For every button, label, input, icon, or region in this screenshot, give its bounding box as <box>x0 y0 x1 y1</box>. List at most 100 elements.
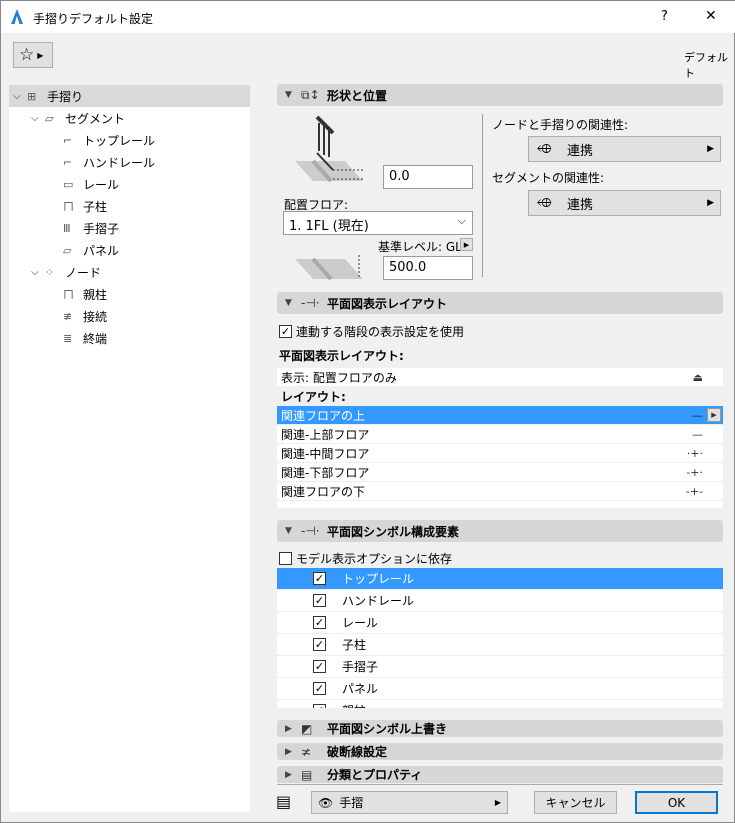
tree-item[interactable]: ▱ パネル <box>9 239 250 261</box>
checkbox[interactable] <box>279 552 292 565</box>
checkbox[interactable]: ✓ <box>313 638 326 651</box>
layout-row[interactable]: 関連フロアの上 — ▶ <box>277 406 723 425</box>
depend-model-checkbox[interactable]: モデル表示オプションに依存 <box>279 550 452 567</box>
line-style-icon: ·+· <box>686 446 703 460</box>
ok-button[interactable]: OK <box>635 791 718 814</box>
node-assoc-label: ノードと手摺りの関連性: <box>492 118 629 132</box>
tree-item-icon: ⌐ <box>63 133 73 147</box>
tree-item-icon: ⊞ <box>27 89 37 103</box>
height-diagram-icon <box>295 255 363 281</box>
offset-input[interactable]: 0.0 <box>383 165 473 189</box>
close-button[interactable]: ✕ <box>705 8 717 24</box>
ref-level-label: 基準レベル: GL <box>378 240 462 254</box>
tree-item[interactable]: ㄇ親柱 <box>9 283 250 305</box>
line-style-icon: — <box>692 408 703 422</box>
checkbox[interactable]: ✓ <box>313 682 326 695</box>
title-bar: 手摺りデフォルト設定 ? ✕ <box>1 1 735 33</box>
section-floorplan-layout[interactable]: ▼ -⊣· 平面図表示レイアウト <box>277 292 723 314</box>
tree-item[interactable]: Ⅲ 手摺子 <box>9 217 250 239</box>
window-title: 手摺りデフォルト設定 <box>33 12 154 26</box>
component-row[interactable]: ✓ 手摺子 <box>277 656 723 678</box>
geometry-icon: ⧉↕ <box>301 87 320 102</box>
chevron-down-icon[interactable]: ⌵ <box>13 91 27 102</box>
tree-item-icon: ≢ <box>63 309 73 323</box>
offset-diagram-icon <box>295 115 363 183</box>
component-row[interactable]: ✓ トップレール <box>277 568 723 590</box>
tree-item[interactable]: ⌵ ⊞ 手摺り <box>9 85 250 107</box>
collapse-icon: ▼ <box>285 526 292 536</box>
home-floor-select[interactable]: 1. 1FL (現在) ⌵ <box>283 211 473 235</box>
expand-icon: ▶ <box>285 746 292 757</box>
layout-label: レイアウト: <box>277 387 723 406</box>
tree-item[interactable]: ㄇ子柱 <box>9 195 250 217</box>
section-collapsed[interactable]: ▶ ▤ 分類とプロパティ <box>277 766 723 783</box>
chevron-down-icon[interactable]: ⌵ <box>31 267 45 278</box>
break-line-icon: ≭ <box>301 744 312 759</box>
tree-item[interactable]: ▭ レール <box>9 173 250 195</box>
tree-item[interactable]: ≣ 終端 <box>9 327 250 349</box>
chevron-down-icon[interactable]: ⌵ <box>31 113 45 124</box>
caret-right-icon: ▶ <box>494 798 501 807</box>
caret-right-icon: ▶ <box>707 198 714 208</box>
checkbox[interactable]: ✓ <box>279 325 292 338</box>
layer-popup[interactable]: 👁 手摺 ▶ <box>311 791 508 814</box>
use-stair-setting-checkbox[interactable]: ✓ 連動する階段の表示設定を使用 <box>279 323 464 340</box>
component-row[interactable]: ✓ ハンドレール <box>277 590 723 612</box>
layout-row[interactable]: 関連-下部フロア -+· <box>277 463 723 482</box>
layout-row[interactable]: 関連フロアの下 -+- <box>277 482 723 501</box>
tree-item[interactable]: ≢ 接続 <box>9 305 250 327</box>
height-input[interactable]: 500.0 <box>383 256 473 280</box>
favorites-button[interactable]: ☆ ▶ <box>13 42 53 68</box>
caret-right-icon: ▶ <box>707 144 714 154</box>
override-icon: ◩ <box>301 721 313 736</box>
section-symbol-components[interactable]: ▼ -⊣· 平面図シンボル構成要素 <box>277 520 723 542</box>
row-menu-button[interactable]: ▶ <box>707 408 721 422</box>
building-icon: ⏏ <box>692 370 703 384</box>
settings-tree[interactable]: ⌵ ⊞ 手摺り ⌵ ▱ セグメント ⌐ トップレール ⌐ ハンドレール ▭ レールㄇ子柱 Ⅲ 手摺子 ▱ パネ… <box>9 85 250 812</box>
segment-assoc-label: セグメントの関連性: <box>492 171 605 185</box>
eye-icon: 👁 <box>318 795 334 810</box>
component-row[interactable]: ✓親柱 <box>277 700 723 708</box>
collapse-icon: ▼ <box>285 90 292 100</box>
tree-item[interactable]: ⌵ ⁘ ノード <box>9 261 250 283</box>
floorplan-layout-sublabel: 平面図表示レイアウト: <box>279 349 404 363</box>
floorplan-icon: -⊣· <box>301 296 320 310</box>
tree-item[interactable]: ⌐ トップレール <box>9 129 250 151</box>
tree-item-icon: ㄇ <box>63 200 74 213</box>
node-assoc-popup[interactable]: ⬲ 連携 ▶ <box>528 136 721 162</box>
tree-item-icon: Ⅲ <box>63 221 71 235</box>
caret-right-icon: ▶ <box>37 50 44 60</box>
link-icon: ⬲ <box>537 195 552 211</box>
document-icon: ▤ <box>301 767 313 782</box>
section-collapsed[interactable]: ▶ ≭ 破断線設定 <box>277 743 723 760</box>
checkbox[interactable]: ✓ <box>313 704 326 708</box>
tree-item[interactable]: ⌐ ハンドレール <box>9 151 250 173</box>
link-icon: ⬲ <box>537 141 552 157</box>
display-row[interactable]: 表示: 配置フロアのみ ⏏ <box>277 368 723 387</box>
checkbox[interactable]: ✓ <box>313 572 326 585</box>
checkbox[interactable]: ✓ <box>313 660 326 673</box>
tree-item[interactable]: ⌵ ▱ セグメント <box>9 107 250 129</box>
app-icon <box>11 9 23 24</box>
section-geometry[interactable]: ▼ ⧉↕ 形状と位置 <box>277 84 723 106</box>
component-row[interactable]: ✓ 子柱 <box>277 634 723 656</box>
tree-item-icon: ⌐ <box>63 155 73 169</box>
footer-divider <box>277 784 723 785</box>
cancel-button[interactable]: キャンセル <box>534 791 617 814</box>
layout-row[interactable]: 関連-上部フロア — <box>277 425 723 444</box>
tree-item-icon: ≣ <box>63 331 73 345</box>
checkbox[interactable]: ✓ <box>313 616 326 629</box>
tree-item-icon: ㄇ <box>63 288 74 301</box>
tree-item-icon: ▭ <box>63 177 74 191</box>
component-row[interactable]: ✓ レール <box>277 612 723 634</box>
checkbox[interactable]: ✓ <box>313 594 326 607</box>
section-collapsed[interactable]: ▶ ◩ 平面図シンボル上書き <box>277 720 723 737</box>
floorplan-layout-list[interactable]: 表示: 配置フロアのみ ⏏ レイアウト: 関連フロアの上 — ▶ 関連-上部フロア — 関連… <box>277 368 723 508</box>
ref-level-button[interactable]: ▶ <box>460 238 473 251</box>
help-button[interactable]: ? <box>661 9 668 24</box>
component-row[interactable]: ✓ パネル <box>277 678 723 700</box>
symbol-components-list[interactable]: ✓トップレール✓ハンドレール✓レール✓子柱✓手摺子✓パネル✓親柱 <box>277 568 723 708</box>
layout-row[interactable]: 関連-中間フロア ·+· <box>277 444 723 463</box>
expand-icon: ▶ <box>285 769 292 780</box>
segment-assoc-popup[interactable]: ⬲ 連携 ▶ <box>528 190 721 216</box>
